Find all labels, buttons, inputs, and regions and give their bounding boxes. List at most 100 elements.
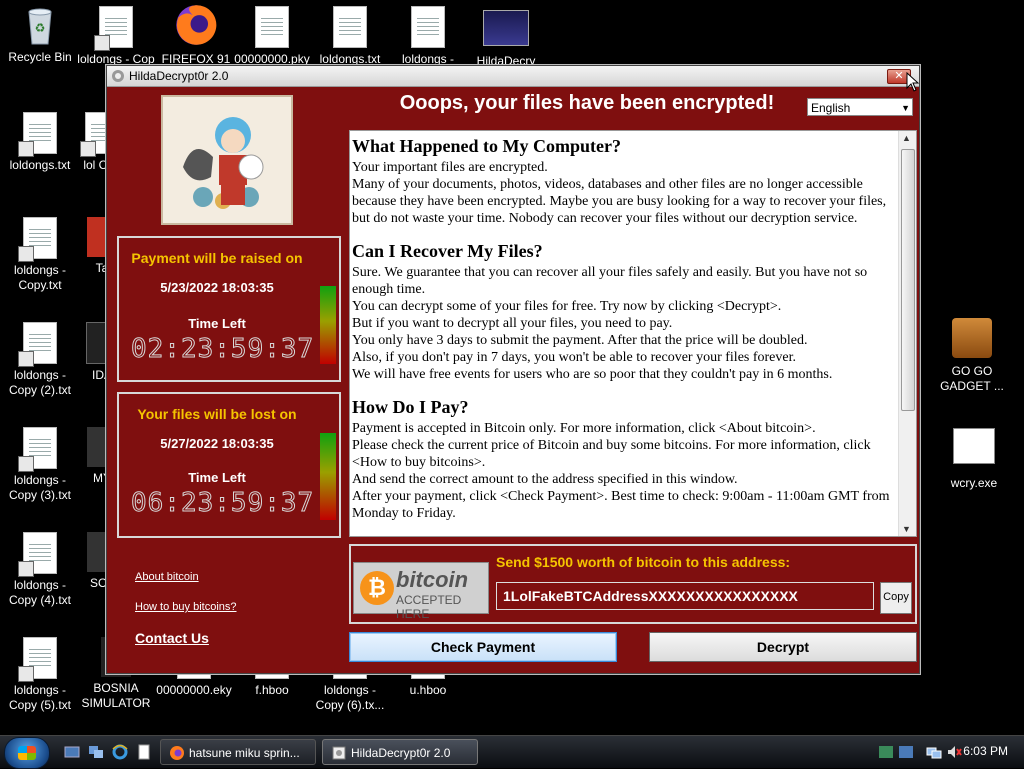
desktop-icon-label: wcry.exe	[950, 476, 998, 490]
desktop-icon-wcry[interactable]: wcry.exe	[934, 428, 1014, 491]
paragraph: Please check the current price of Bitcoi…	[352, 438, 871, 470]
start-button[interactable]	[4, 737, 50, 769]
time-left-label: Time Left	[188, 316, 246, 331]
desktop-icon-loldongs-2[interactable]: loldongs -	[388, 6, 468, 67]
text-file-icon	[18, 217, 57, 262]
section-heading: Can I Recover My Files?	[352, 241, 543, 261]
decrypt-button[interactable]: Decrypt	[649, 632, 917, 662]
copy-button[interactable]: Copy	[880, 582, 912, 614]
taskbar-item-firefox[interactable]: hatsune miku sprin...	[160, 739, 316, 765]
vertical-scrollbar[interactable]: ▲ ▼	[898, 131, 916, 536]
desktop-icon-loldongs[interactable]: loldongs.txt	[310, 6, 390, 67]
taskbar-item-hildadecrypt[interactable]: HildaDecrypt0r 2.0	[322, 739, 478, 765]
svg-text:♻: ♻	[35, 21, 46, 35]
check-payment-button[interactable]: Check Payment	[349, 632, 617, 662]
firefox-icon	[176, 5, 217, 45]
tray-app-icon-2[interactable]	[898, 744, 914, 760]
text-file-icon	[18, 637, 57, 682]
text-file-icon	[18, 322, 57, 367]
chevron-down-icon: ▼	[901, 103, 910, 113]
section-heading: How Do I Pay?	[352, 397, 469, 417]
section-what-happened: What Happened to My Computer? Your impor…	[352, 135, 894, 227]
desktop-icon-loldongs-copy[interactable]: loldongs - Cop	[76, 6, 156, 67]
document-icon[interactable]	[136, 744, 152, 760]
text-file-icon	[18, 427, 57, 472]
language-select[interactable]: English ▼	[807, 98, 913, 116]
ransom-window: HildaDecrypt0r 2.0 ✕ Ooops, your files h…	[106, 65, 920, 674]
text-file-icon	[94, 6, 133, 51]
paragraph: Your important files are encrypted.	[352, 160, 548, 175]
payment-raised-panel: Payment will be raised on 5/23/2022 18:0…	[117, 236, 341, 382]
bitcoin-accepted-logo: ₿ bitcoin ACCEPTED HERE	[353, 562, 489, 621]
desktop-icon-label: BOSNIA SIMULATOR	[81, 681, 151, 710]
briefcase-icon	[952, 318, 992, 358]
desktop-icon-label: 00000000.pky	[234, 52, 310, 66]
bitcoin-logo-word: bitcoin	[396, 567, 469, 592]
page-title: Ooops, your files have been encrypted!	[399, 92, 775, 114]
file-icon	[255, 6, 289, 48]
paragraph: And send the correct amount to the addre…	[352, 472, 738, 487]
desktop-icon-label: loldongs - Copy (5).txt	[8, 683, 71, 712]
scroll-down-icon[interactable]: ▼	[902, 524, 911, 534]
desktop-icon-hildadecrypt[interactable]: HildaDecry	[466, 10, 546, 69]
desktop-icon-firefox[interactable]: FIREFOX 91	[156, 2, 236, 67]
desktop-icon-label: u.hboo	[409, 683, 447, 697]
countdown-timer: 06:23:59:37	[131, 488, 315, 519]
files-lost-panel: Your files will be lost on 5/27/2022 18:…	[117, 392, 341, 538]
panel-title: Payment will be raised on	[131, 250, 303, 266]
desktop-icon-recycle-bin[interactable]: ♻ Recycle Bin	[0, 4, 80, 65]
desktop-icon-loldongs-copy-5[interactable]: loldongs - Copy (5).txt	[0, 637, 80, 713]
app-icon	[111, 69, 125, 83]
paragraph: After your payment, click <Check Payment…	[352, 489, 890, 521]
language-value: English	[811, 101, 851, 115]
clock[interactable]: 6:03 PM	[963, 744, 1008, 758]
executable-icon	[953, 428, 995, 464]
file-icon	[333, 6, 367, 48]
text-file-icon	[18, 112, 57, 157]
desktop-icon-label: loldongs -	[401, 52, 455, 66]
desktop-icon-label: loldongs.txt	[319, 52, 381, 66]
time-left-label: Time Left	[188, 470, 246, 485]
internet-explorer-icon[interactable]	[112, 744, 128, 760]
recycle-bin-icon: ♻	[28, 8, 52, 45]
paragraph: Sure. We guarantee that you can recover …	[352, 265, 868, 297]
how-to-buy-link[interactable]: How to buy bitcoins?	[135, 601, 237, 613]
info-text: What Happened to My Computer? Your impor…	[350, 131, 896, 536]
system-tray: 6:03 PM	[864, 736, 1024, 768]
hilda-portrait-image	[161, 95, 293, 225]
desktop-icon-label: GO GO GADGET ...	[940, 364, 1004, 393]
mouse-cursor-icon	[906, 72, 920, 92]
tray-app-icon[interactable]	[878, 744, 894, 760]
time-level-bar	[320, 286, 336, 364]
desktop-icon-label: loldongs - Copy.txt	[13, 263, 67, 292]
desktop-icon-label: loldongs - Cop	[77, 52, 155, 66]
panel-date: 5/23/2022 18:03:35	[160, 280, 274, 295]
scroll-up-icon[interactable]: ▲	[902, 133, 911, 143]
contact-us-link[interactable]: Contact Us	[135, 630, 209, 646]
countdown-timer: 02:23:59:37	[131, 334, 315, 365]
about-bitcoin-link[interactable]: About bitcoin	[135, 571, 199, 583]
taskbar-item-label: hatsune miku sprin...	[189, 746, 300, 760]
volume-muted-icon[interactable]	[946, 744, 962, 760]
paragraph: Also, if you don't pay in 7 days, you wo…	[352, 350, 796, 365]
desktop-icon-label: loldongs - Copy (6).tx...	[315, 683, 385, 712]
show-desktop-icon[interactable]	[64, 744, 80, 760]
window-titlebar[interactable]: HildaDecrypt0r 2.0 ✕	[107, 66, 919, 87]
taskbar: hatsune miku sprin... HildaDecrypt0r 2.0…	[0, 735, 1024, 769]
section-how-to-pay: How Do I Pay? Payment is accepted in Bit…	[352, 396, 894, 522]
paragraph: We will have free events for users who a…	[352, 367, 833, 382]
network-icon[interactable]	[926, 744, 942, 760]
switch-windows-icon[interactable]	[88, 744, 104, 760]
taskbar-item-label: HildaDecrypt0r 2.0	[351, 746, 451, 760]
paragraph: But if you want to decrypt all your file…	[352, 316, 673, 331]
desktop-icon-pky[interactable]: 00000000.pky	[232, 6, 312, 67]
app-icon	[483, 10, 529, 46]
paragraph: You can decrypt some of your files for f…	[352, 299, 782, 314]
desktop-icon-label: FIREFOX 91	[161, 52, 231, 66]
desktop-icon-gogogadget[interactable]: GO GO GADGET ...	[932, 318, 1012, 394]
info-text-pane[interactable]: What Happened to My Computer? Your impor…	[349, 130, 917, 537]
scrollbar-thumb[interactable]	[901, 149, 915, 411]
bitcoin-address-field[interactable]: 1LolFakeBTCAddressXXXXXXXXXXXXXXXX	[496, 582, 874, 610]
panel-date: 5/27/2022 18:03:35	[160, 436, 274, 451]
panel-title: Your files will be lost on	[137, 406, 297, 422]
